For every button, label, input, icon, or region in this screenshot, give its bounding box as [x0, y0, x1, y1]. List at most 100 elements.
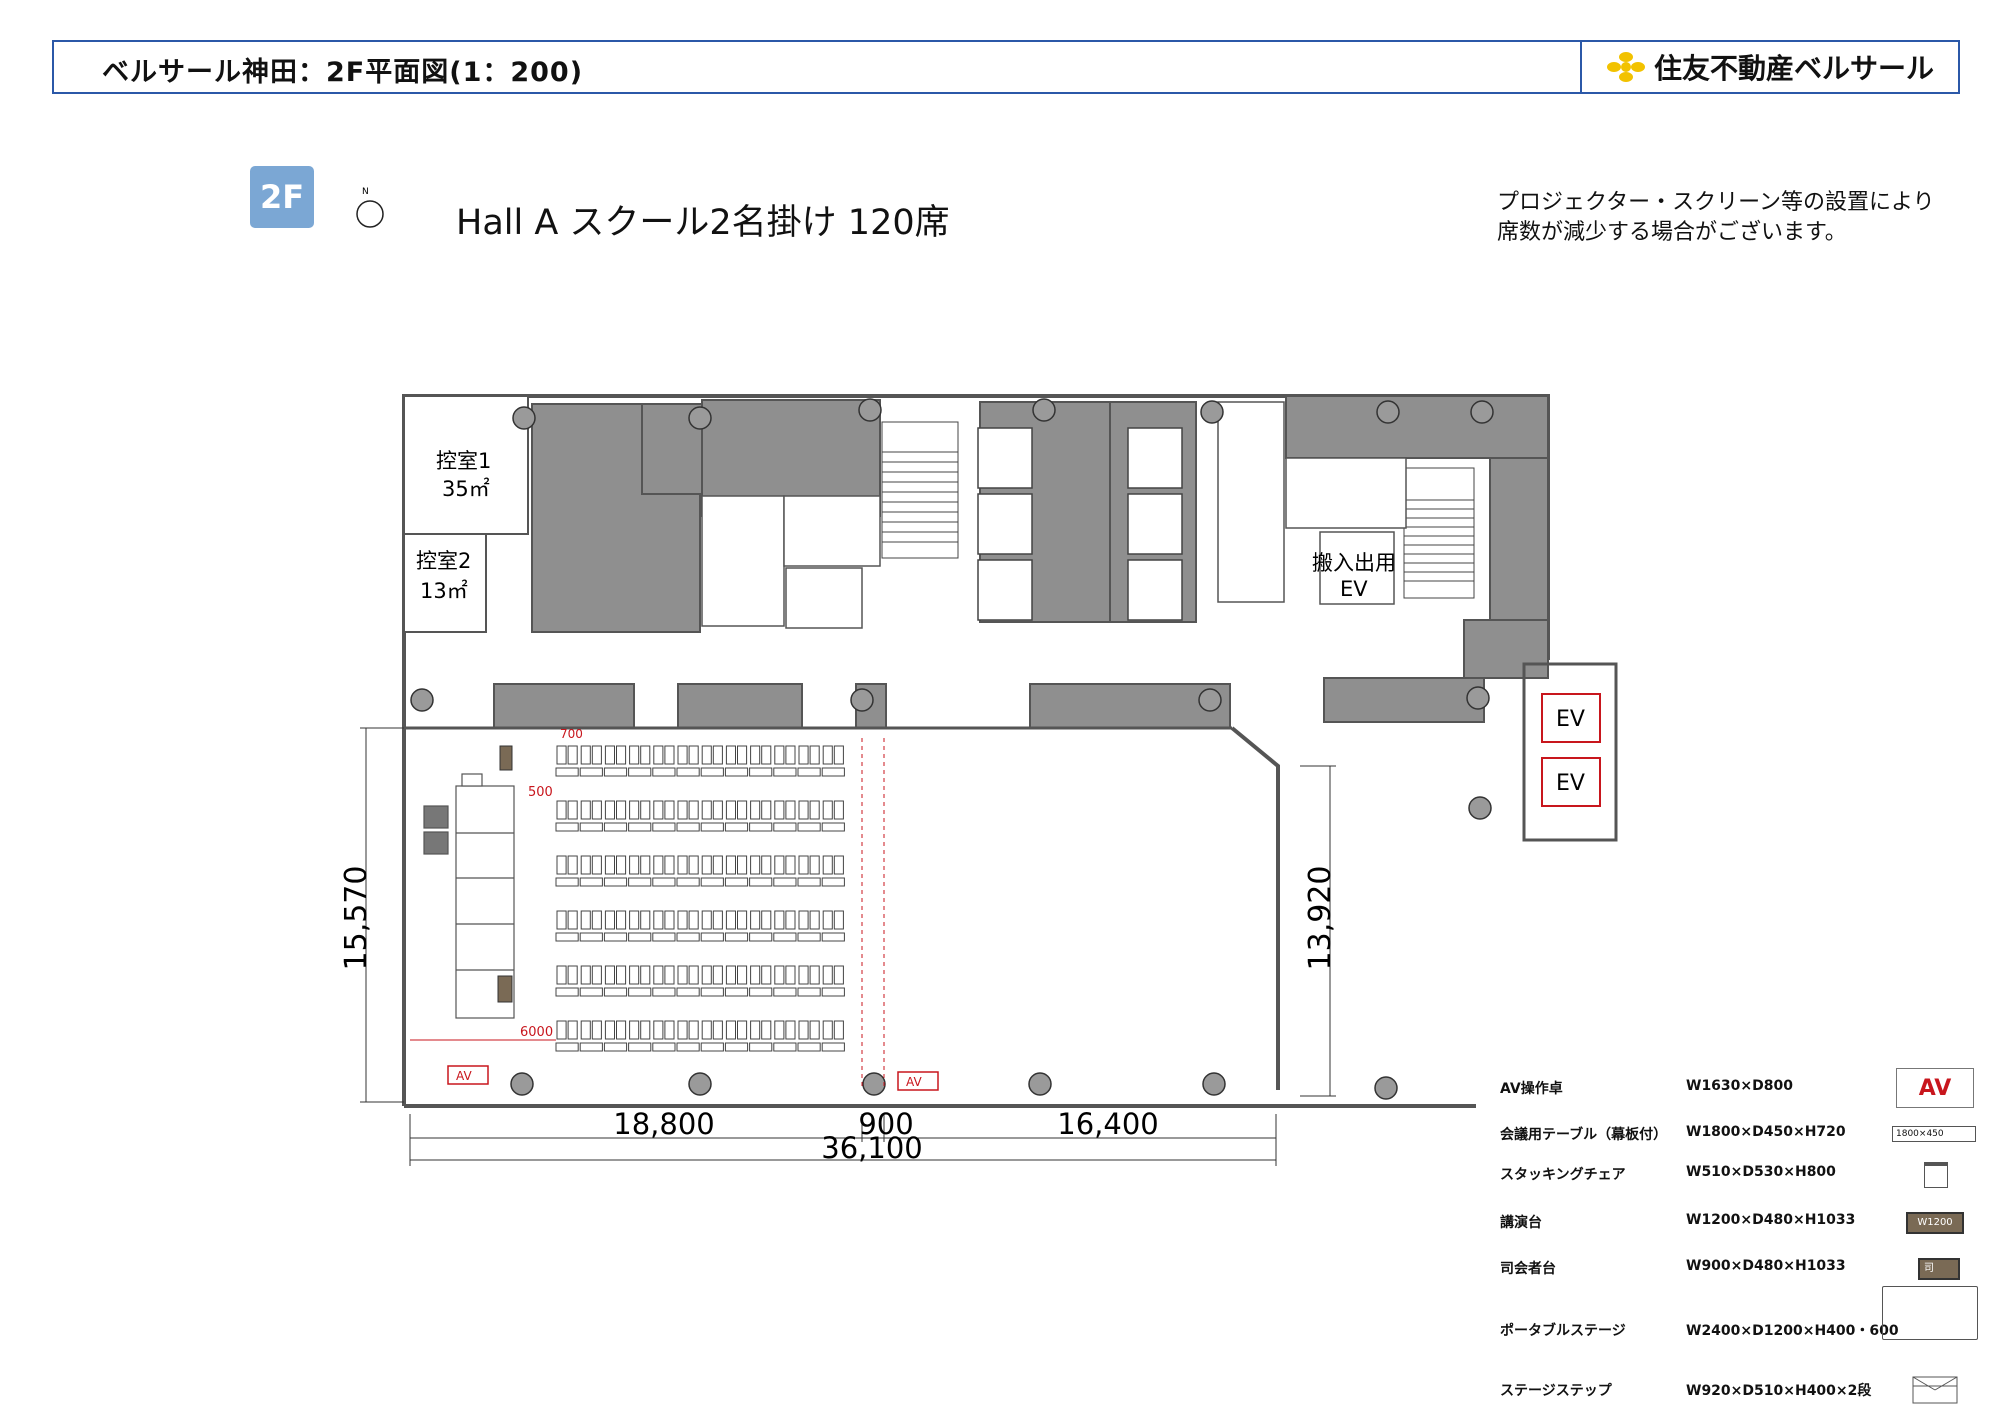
column: [1028, 1072, 1052, 1096]
chair: [809, 910, 820, 930]
chair: [629, 965, 640, 985]
chair: [774, 745, 785, 765]
chair: [580, 1020, 591, 1040]
chair: [580, 800, 591, 820]
table: [749, 987, 773, 997]
chair: [712, 745, 723, 765]
table: [773, 822, 797, 832]
chair: [653, 1020, 664, 1040]
column: [410, 688, 434, 712]
chair: [750, 910, 761, 930]
table: [797, 822, 821, 832]
column: [1202, 1072, 1226, 1096]
chair: [664, 1020, 675, 1040]
chair: [616, 910, 627, 930]
table: [724, 877, 749, 887]
dim-width-total: 36,100: [821, 1131, 922, 1165]
table: [579, 877, 603, 887]
lectern-symbol: W1200: [1906, 1212, 1964, 1234]
table: [579, 987, 603, 997]
chair: [640, 910, 651, 930]
chair: [591, 745, 602, 765]
chair: [809, 965, 820, 985]
chair: [701, 800, 712, 820]
chair: [567, 855, 578, 875]
chair: [688, 800, 699, 820]
chair: [737, 745, 748, 765]
chair: [640, 800, 651, 820]
chair: [761, 1020, 772, 1040]
chair: [629, 800, 640, 820]
chair: [809, 745, 820, 765]
chair: [688, 855, 699, 875]
table: [603, 987, 628, 997]
chair: [785, 965, 796, 985]
table: [628, 767, 652, 777]
chair: [604, 800, 616, 820]
table: [773, 767, 797, 777]
table: [749, 822, 773, 832]
chair: [701, 910, 712, 930]
chair: [774, 1020, 785, 1040]
chair: [833, 745, 844, 765]
table: [652, 822, 676, 832]
table: [724, 932, 749, 942]
chair: [567, 745, 578, 765]
chair: [737, 910, 748, 930]
table: [700, 1042, 724, 1052]
chair: [556, 800, 567, 820]
chair: [822, 910, 833, 930]
table: [555, 932, 579, 942]
table: [700, 987, 724, 997]
table: [724, 1042, 749, 1052]
chair: [809, 800, 820, 820]
chair: [774, 910, 785, 930]
table: [749, 1042, 773, 1052]
table: [555, 877, 579, 887]
chair: [556, 910, 567, 930]
chair: [604, 1020, 616, 1040]
table: [676, 822, 700, 832]
table: [652, 932, 676, 942]
freight-ev-label-2: EV: [1340, 577, 1368, 601]
table: [603, 767, 628, 777]
legend-row-stage: ポータブルステージ W2400×D1200×H400・600: [1500, 1286, 1980, 1350]
chair: [591, 855, 602, 875]
chair: [640, 855, 651, 875]
ev-1-label: EV: [1556, 707, 1585, 732]
chair: [712, 965, 723, 985]
red-label-6000: 6000: [520, 1025, 553, 1040]
chair: [604, 910, 616, 930]
table: [821, 932, 845, 942]
chair: [688, 745, 699, 765]
chair: [750, 965, 761, 985]
chair: [640, 745, 651, 765]
chair: [798, 965, 809, 985]
red-label-500: 500: [528, 785, 553, 800]
legend-row-mc: 司会者台 W900×D480×H1033 司: [1500, 1248, 1980, 1288]
chair: [761, 745, 772, 765]
table: [628, 987, 652, 997]
table: [555, 1042, 579, 1052]
chair: [737, 1020, 748, 1040]
column: [858, 398, 882, 422]
table: [652, 1042, 676, 1052]
legend-row-lectern: 講演台 W1200×D480×H1033 W1200: [1500, 1202, 1980, 1242]
chair: [798, 1020, 809, 1040]
chair: [556, 745, 567, 765]
table: [821, 822, 845, 832]
chair: [725, 745, 737, 765]
chair: [712, 800, 723, 820]
chair: [591, 800, 602, 820]
ev-2-label: EV: [1556, 771, 1585, 796]
table: [749, 932, 773, 942]
chair: [822, 965, 833, 985]
legend-row-step: ステージステップ W920×D510×H400×2段: [1500, 1370, 1980, 1410]
table: [749, 877, 773, 887]
chair: [616, 855, 627, 875]
column: [850, 688, 874, 712]
chair: [774, 855, 785, 875]
legend-row-av: AV操作卓 W1630×D800 AV: [1500, 1068, 1980, 1108]
chair: [761, 910, 772, 930]
chair: [798, 855, 809, 875]
